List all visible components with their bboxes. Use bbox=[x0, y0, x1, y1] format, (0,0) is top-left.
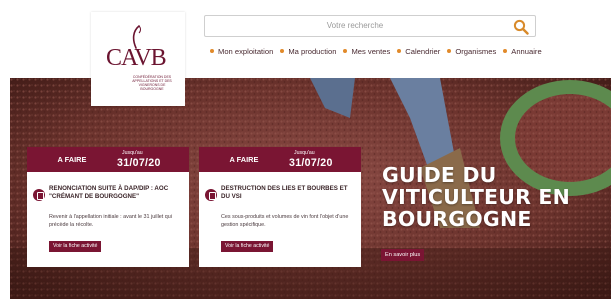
search-input[interactable]: Votre recherche bbox=[204, 15, 536, 37]
nav-label: Organismes bbox=[455, 46, 497, 56]
nav-label: Annuaire bbox=[511, 46, 542, 56]
view-activity-button[interactable]: Voir la fiche activité bbox=[49, 241, 102, 252]
nav-label: Mon exploitation bbox=[218, 46, 274, 56]
page: Votre recherche Mon exploitation Ma prod… bbox=[0, 0, 611, 299]
nav-item-organismes[interactable]: Organismes bbox=[447, 47, 496, 56]
nav-label: Ma production bbox=[288, 46, 337, 56]
card-description: Revenir à l'appellation initiale : avant… bbox=[49, 214, 172, 228]
card-heading: A FAIRE bbox=[229, 155, 259, 164]
card-date: 31/07/20 bbox=[289, 157, 333, 169]
bullet-icon bbox=[503, 49, 508, 53]
nav-label: Calendrier bbox=[405, 46, 441, 56]
hero-title: GUIDE DU VITICULTEUR EN BOURGOGNE bbox=[382, 163, 570, 231]
learn-more-button[interactable]: En savoir plus bbox=[381, 249, 425, 261]
card-date: 31/07/20 bbox=[117, 157, 161, 169]
nav-item-mes-ventes[interactable]: Mes ventes bbox=[343, 47, 390, 56]
nav-item-ma-production[interactable]: Ma production bbox=[280, 47, 336, 56]
bullet-icon bbox=[343, 49, 348, 53]
logo-tagline: CONFÉDÉRATION DES APPELLATIONS ET DES VI… bbox=[132, 75, 172, 91]
main-nav: Mon exploitation Ma production Mes vente… bbox=[210, 45, 542, 57]
nav-item-mon-exploitation[interactable]: Mon exploitation bbox=[210, 47, 273, 56]
nav-item-annuaire[interactable]: Annuaire bbox=[503, 46, 542, 56]
search-icon[interactable] bbox=[513, 19, 529, 35]
nav-label: Mes ventes bbox=[351, 46, 391, 56]
card-header: A FAIRE Jusqu'au 31/07/20 bbox=[27, 147, 189, 172]
nav-item-calendrier[interactable]: Calendrier bbox=[397, 47, 440, 56]
card-until-label: Jusqu'au bbox=[294, 150, 315, 156]
logo-text: CAVB bbox=[106, 45, 167, 71]
view-activity-button[interactable]: Voir la fiche activité bbox=[221, 241, 274, 252]
bullet-icon bbox=[210, 49, 214, 53]
document-icon bbox=[33, 189, 45, 201]
card-title[interactable]: DESTRUCTION DES LIES ET BOURBES ET DU VS… bbox=[221, 185, 357, 200]
card-until-label: Jusqu'au bbox=[122, 150, 143, 156]
document-icon bbox=[205, 189, 217, 201]
logo[interactable]: CAVB CONFÉDÉRATION DES APPELLATIONS ET D… bbox=[91, 12, 185, 106]
hero-banner: A FAIRE Jusqu'au 31/07/20 RENONCIATION S… bbox=[10, 78, 611, 299]
activity-card: A FAIRE Jusqu'au 31/07/20 DESTRUCTION DE… bbox=[199, 147, 361, 267]
bullet-icon bbox=[280, 49, 285, 53]
bullet-icon bbox=[397, 49, 402, 53]
card-title[interactable]: RENONCIATION SUITE À DAP/DIP : AOC "CRÉM… bbox=[49, 185, 185, 200]
bullet-icon bbox=[447, 49, 452, 53]
card-header: A FAIRE Jusqu'au 31/07/20 bbox=[199, 147, 361, 172]
card-heading: A FAIRE bbox=[57, 155, 87, 164]
search-placeholder: Votre recherche bbox=[326, 21, 384, 30]
card-description: Ces sous-produits et volumes de vin font… bbox=[221, 214, 349, 228]
activity-card: A FAIRE Jusqu'au 31/07/20 RENONCIATION S… bbox=[27, 147, 189, 267]
